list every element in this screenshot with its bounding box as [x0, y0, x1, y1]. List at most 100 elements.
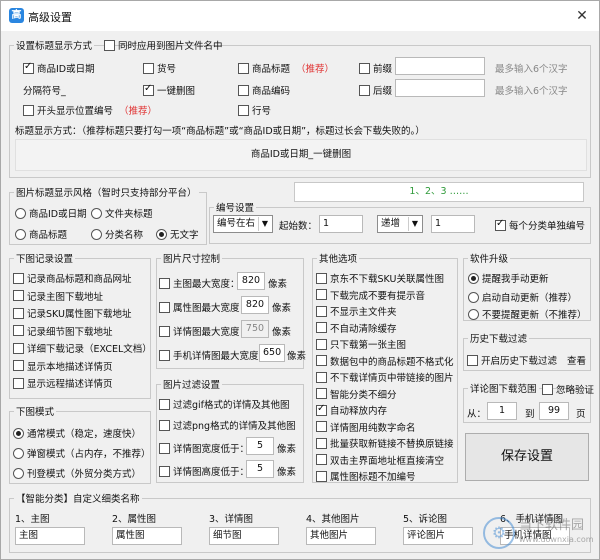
log-item-4-checkbox[interactable]: 详细下载记录（EXCEL文档） — [13, 341, 152, 355]
filter-height-input[interactable]: 5 — [246, 460, 274, 478]
upgrade-none-radio[interactable]: 不要提醒更新（不推荐） — [468, 307, 587, 321]
title-display-legend: 设置标题显示方式 — [16, 41, 93, 52]
opt-line-number-checkbox[interactable]: 行号 — [238, 103, 271, 117]
main-img-width-checkbox[interactable]: 主图最大宽度： — [159, 276, 240, 290]
style-product-title-radio[interactable]: 商品标题 — [15, 227, 67, 241]
other-option-9-checkbox[interactable]: 详情图用纯数字命名 — [316, 420, 416, 434]
number-position-select[interactable]: 编号在右 ▼ — [213, 215, 273, 233]
opt-position-number-checkbox[interactable]: 开头显示位置编号 （推荐） — [23, 103, 157, 117]
range-to-input[interactable]: 99 — [539, 402, 569, 420]
history-filter-checkbox[interactable]: 开启历史下载过滤 — [467, 353, 557, 367]
other-option-5-checkbox[interactable]: 数据包中的商品标题不格式化 — [316, 354, 454, 368]
suffix-input[interactable] — [395, 79, 485, 97]
suffix-hint: 最多输入6个汉字 — [495, 86, 568, 97]
other-option-11-checkbox[interactable]: 双击主界面地址框直接清空 — [316, 453, 444, 467]
other-option-7-checkbox[interactable]: 智能分类不细分 — [316, 387, 397, 401]
style-category-name-radio[interactable]: 分类名称 — [91, 227, 143, 241]
opt-one-click-delete-checkbox[interactable]: 一键删图 — [143, 83, 195, 97]
per-category-number-checkbox[interactable]: 每个分类单独编号 — [495, 218, 585, 232]
log-item-1-checkbox[interactable]: 记录主图下载地址 — [13, 289, 103, 303]
start-number-label: 起始数： — [279, 221, 318, 232]
other-option-4-checkbox[interactable]: 只下载第一张主图 — [316, 337, 406, 351]
other-option-2-checkbox[interactable]: 不显示主文件夹 — [316, 304, 397, 318]
range-from-input[interactable]: 1 — [487, 402, 517, 420]
detail-img-width-checkbox[interactable]: 详情图最大宽度： — [159, 324, 249, 338]
mode-popup-radio[interactable]: 弹窗模式（占内存，不推荐） — [13, 446, 151, 460]
other-option-10-checkbox[interactable]: 批量获取新链接不替换原链接 — [316, 436, 454, 450]
watermark: ⚙ 当下软件园 www.downxia.com — [483, 517, 594, 549]
save-button[interactable]: 保存设置 — [465, 433, 589, 481]
smart-category-input[interactable]: 其他图片 — [306, 527, 376, 545]
style-no-text-radio[interactable]: 无文字 — [156, 227, 199, 241]
mobile-img-width-input[interactable]: 650 — [259, 344, 285, 362]
opt-prefix-checkbox[interactable]: 前缀 — [359, 61, 392, 75]
history-view-link[interactable]: 查看 — [567, 353, 586, 367]
detail-img-width-input[interactable]: 750 — [241, 320, 269, 338]
other-options-legend: 其他选项 — [319, 254, 358, 265]
filter-width-checkbox[interactable]: 详情图宽度低于： — [159, 441, 249, 455]
opt-suffix-checkbox[interactable]: 后缀 — [359, 83, 392, 97]
watermark-url: www.downxia.com — [519, 535, 594, 544]
upgrade-manual-radio[interactable]: 提醒我手动更新 — [468, 271, 549, 285]
filter-gif-checkbox[interactable]: 过滤gif格式的详情及其他图 — [159, 397, 290, 411]
smart-category-label: 2、属性图 — [112, 514, 157, 525]
window-title: 高级设置 — [28, 11, 72, 24]
filter-height-checkbox[interactable]: 详情图高度低于： — [159, 464, 249, 478]
style-product-id-radio[interactable]: 商品ID或日期 — [15, 206, 87, 220]
mobile-img-width-checkbox[interactable]: 手机详情图最大宽度： — [159, 348, 268, 362]
attr-img-width-checkbox[interactable]: 属性图最大宽度： — [159, 300, 249, 314]
ignore-verify-checkbox[interactable]: 忽略验证 — [542, 382, 594, 396]
prefix-hint: 最多输入6个汉字 — [495, 64, 568, 75]
upgrade-auto-radio[interactable]: 启动自动更新（推荐） — [468, 290, 577, 304]
title-display-description: 标题显示方式：（推荐标题只要打勾一项“商品标题”或“商品ID或日期”，标题过长会… — [15, 126, 425, 137]
log-item-3-checkbox[interactable]: 记录细节图下载地址 — [13, 324, 113, 338]
other-option-0-checkbox[interactable]: 京东不下载SKU关联属性图 — [316, 271, 444, 285]
style-folder-title-radio[interactable]: 文件夹标题 — [91, 206, 153, 220]
smart-category-label: 1、主图 — [15, 514, 50, 525]
opt-product-code-checkbox[interactable]: 商品编码 — [238, 83, 290, 97]
opt-item-no-checkbox[interactable]: 货号 — [143, 61, 176, 75]
log-item-0-checkbox[interactable]: 记录商品标题和商品网址 — [13, 271, 132, 285]
other-option-8-checkbox[interactable]: 自动释放内存 — [316, 403, 387, 417]
log-item-2-checkbox[interactable]: 记录SKU属性图下载地址 — [13, 306, 131, 320]
title-preview: 商品ID或日期_一键删图 — [15, 139, 587, 171]
start-number-input[interactable]: 1 — [319, 215, 363, 233]
mode-listing-radio[interactable]: 刊登模式（外贸分类方式） — [13, 466, 141, 480]
opt-product-title-checkbox[interactable]: 商品标题 （推荐） — [238, 61, 334, 75]
settings-window: 高 高级设置 ✕ 设置标题显示方式 同时应用到图片文件名中 商品ID或日期 货号… — [0, 0, 600, 560]
image-filter-legend: 图片过滤设置 — [163, 380, 221, 391]
range-to-label: 到 — [525, 409, 535, 420]
detail-img-width-unit: 像素 — [272, 327, 292, 338]
filter-width-input[interactable]: 5 — [246, 437, 274, 455]
smart-category-label: 4、其他图片 — [306, 514, 360, 525]
main-img-width-input[interactable]: 820 — [237, 272, 265, 290]
attr-img-width-input[interactable]: 820 — [241, 296, 269, 314]
history-filter-legend: 历史下载过滤 — [470, 334, 528, 345]
watermark-logo-icon: ⚙ — [483, 517, 515, 549]
other-option-12-checkbox[interactable]: 属性图标题不加编号 — [316, 469, 416, 483]
log-item-5-checkbox[interactable]: 显示本地描述详情页 — [13, 359, 113, 373]
close-button[interactable]: ✕ — [572, 6, 592, 26]
mode-normal-radio[interactable]: 通常模式（稳定，速度快） — [13, 426, 141, 440]
other-option-3-checkbox[interactable]: 不自动清除缓存 — [316, 321, 397, 335]
smart-category-input[interactable]: 评论图片 — [403, 527, 473, 545]
filter-width-unit: 像素 — [277, 444, 297, 455]
other-option-1-checkbox[interactable]: 下载完成不要有提示音 — [316, 288, 425, 302]
mobile-img-width-unit: 像素 — [287, 351, 307, 362]
main-img-width-unit: 像素 — [268, 279, 288, 290]
range-from-label: 从： — [467, 409, 487, 420]
sync-filename-checkbox[interactable]: 同时应用到图片文件名中 — [104, 38, 223, 52]
opt-product-id-checkbox[interactable]: 商品ID或日期 — [23, 61, 95, 75]
smart-category-input[interactable]: 主图 — [15, 527, 85, 545]
filter-png-checkbox[interactable]: 过滤png格式的详情及其他图 — [159, 418, 296, 432]
smart-category-input[interactable]: 属性图 — [112, 527, 182, 545]
app-icon: 高 — [9, 8, 24, 23]
step-input[interactable]: 1 — [431, 215, 475, 233]
step-select[interactable]: 递增 ▼ — [377, 215, 423, 233]
log-item-6-checkbox[interactable]: 显示远程描述详情页 — [13, 376, 113, 390]
separator-label: 分隔符号_ — [23, 86, 66, 97]
other-option-6-checkbox[interactable]: 不下载详情页中带链接的图片 — [316, 370, 454, 384]
prefix-input[interactable] — [395, 57, 485, 75]
range-unit: 页 — [576, 409, 586, 420]
smart-category-input[interactable]: 细节图 — [209, 527, 279, 545]
